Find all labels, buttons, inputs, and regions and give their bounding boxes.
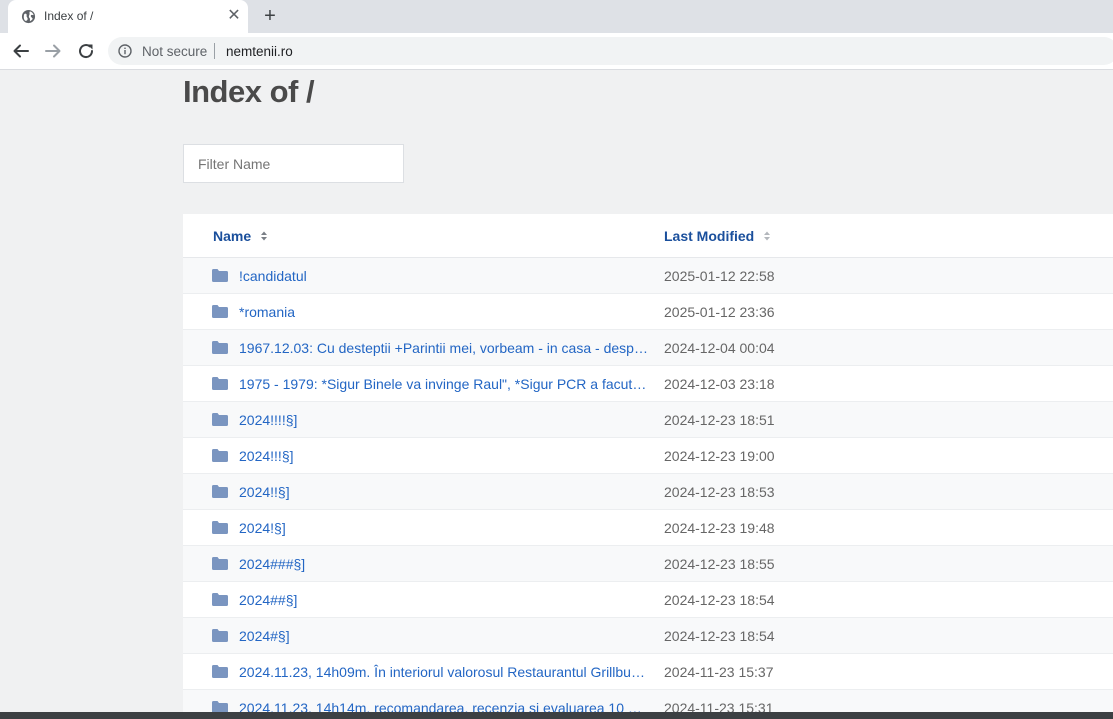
folder-icon (212, 377, 228, 390)
arrow-left-icon[interactable] (9, 39, 33, 63)
last-modified-value: 2024-12-23 19:00 (664, 448, 775, 464)
table-row[interactable]: 1967.12.03: Cu desteptii +Parintii mei, … (183, 330, 1113, 366)
page-title: Index of / (183, 74, 315, 109)
folder-icon (212, 269, 228, 282)
listing-rows: !candidatul 2025-01-12 22:58 *romania 20… (183, 258, 1113, 712)
globe-icon (21, 9, 36, 24)
folder-icon (212, 485, 228, 498)
file-name-link[interactable]: !candidatul (239, 268, 649, 284)
file-name-link[interactable]: *romania (239, 304, 649, 320)
last-modified-value: 2024-12-23 18:54 (664, 628, 775, 644)
info-icon[interactable] (118, 44, 132, 58)
tab-close-icon[interactable]: ✕ (224, 6, 244, 26)
tab-title: Index of / (44, 9, 94, 23)
security-label[interactable]: Not secure (142, 44, 207, 59)
last-modified-value: 2024-12-23 18:53 (664, 484, 775, 500)
tab-strip: Index of / ✕ + (0, 0, 1113, 33)
table-row[interactable]: *romania 2025-01-12 23:36 (183, 294, 1113, 330)
last-modified-value: 2024-12-23 18:51 (664, 412, 775, 428)
last-modified-value: 2024-12-03 23:18 (664, 376, 775, 392)
reload-icon[interactable] (74, 39, 98, 63)
table-row[interactable]: 2024!!!§] 2024-12-23 19:00 (183, 438, 1113, 474)
folder-icon (212, 701, 228, 712)
sort-icon (261, 231, 268, 241)
filter-name-input[interactable] (183, 144, 404, 183)
file-name-link[interactable]: 2024#§] (239, 628, 649, 644)
file-name-link[interactable]: 2024!!!!§] (239, 412, 649, 428)
folder-icon (212, 557, 228, 570)
address-bar[interactable]: Not secure nemtenii.ro (108, 37, 1113, 65)
last-modified-value: 2025-01-12 22:58 (664, 268, 775, 284)
folder-icon (212, 305, 228, 318)
bottom-bar (0, 712, 1113, 719)
table-row[interactable]: 1975 - 1979: *Sigur Binele va invinge Ra… (183, 366, 1113, 402)
arrow-right-icon[interactable] (41, 39, 65, 63)
last-modified-value: 2024-11-23 15:37 (664, 664, 774, 680)
browser-toolbar: Not secure nemtenii.ro (0, 33, 1113, 70)
file-listing: Name Last Modified !candidatul 2025-01-1… (183, 214, 1113, 712)
last-modified-value: 2024-12-23 18:55 (664, 556, 775, 572)
folder-icon (212, 593, 228, 606)
new-tab-button[interactable]: + (258, 5, 282, 29)
file-name-link[interactable]: 1967.12.03: Cu desteptii +Parintii mei, … (239, 340, 649, 356)
file-name-link[interactable]: 2024!!§] (239, 484, 649, 500)
table-row[interactable]: 2024.11.23, 14h14m, recomandarea, recenz… (183, 690, 1113, 712)
table-row[interactable]: 2024##§] 2024-12-23 18:54 (183, 582, 1113, 618)
last-modified-value: 2025-01-12 23:36 (664, 304, 775, 320)
last-modified-column-label: Last Modified (664, 228, 755, 244)
url-text[interactable]: nemtenii.ro (226, 44, 293, 59)
omnibox-divider (214, 43, 215, 59)
table-row[interactable]: 2024!!§] 2024-12-23 18:53 (183, 474, 1113, 510)
file-name-link[interactable]: 2024.11.23, 14h09m. În interiorul valoro… (239, 664, 649, 680)
folder-icon (212, 665, 228, 678)
name-column-header[interactable]: Name (213, 228, 268, 244)
last-modified-value: 2024-12-04 00:04 (664, 340, 775, 356)
browser-tab[interactable]: Index of / ✕ (8, 0, 248, 33)
table-row[interactable]: 2024###§] 2024-12-23 18:55 (183, 546, 1113, 582)
file-name-link[interactable]: 2024###§] (239, 556, 649, 572)
folder-icon (212, 413, 228, 426)
folder-icon (212, 629, 228, 642)
name-column-label: Name (213, 228, 252, 244)
last-modified-column-header[interactable]: Last Modified (664, 228, 771, 244)
file-name-link[interactable]: 2024!§] (239, 520, 649, 536)
file-name-link[interactable]: 1975 - 1979: *Sigur Binele va invinge Ra… (239, 376, 649, 392)
folder-icon (212, 449, 228, 462)
table-row[interactable]: 2024.11.23, 14h09m. În interiorul valoro… (183, 654, 1113, 690)
table-row[interactable]: !candidatul 2025-01-12 22:58 (183, 258, 1113, 294)
file-name-link[interactable]: 2024!!!§] (239, 448, 649, 464)
file-name-link[interactable]: 2024.11.23, 14h14m, recomandarea, recenz… (239, 700, 649, 712)
table-row[interactable]: 2024!§] 2024-12-23 19:48 (183, 510, 1113, 546)
folder-icon (212, 341, 228, 354)
listing-header: Name Last Modified (183, 214, 1113, 258)
file-name-link[interactable]: 2024##§] (239, 592, 649, 608)
last-modified-value: 2024-12-23 18:54 (664, 592, 775, 608)
table-row[interactable]: 2024!!!!§] 2024-12-23 18:51 (183, 402, 1113, 438)
sort-icon (764, 231, 771, 241)
last-modified-value: 2024-11-23 15:31 (664, 700, 774, 712)
folder-icon (212, 521, 228, 534)
table-row[interactable]: 2024#§] 2024-12-23 18:54 (183, 618, 1113, 654)
last-modified-value: 2024-12-23 19:48 (664, 520, 775, 536)
page-content: Index of / Name Last Modified !ca (0, 71, 1113, 712)
